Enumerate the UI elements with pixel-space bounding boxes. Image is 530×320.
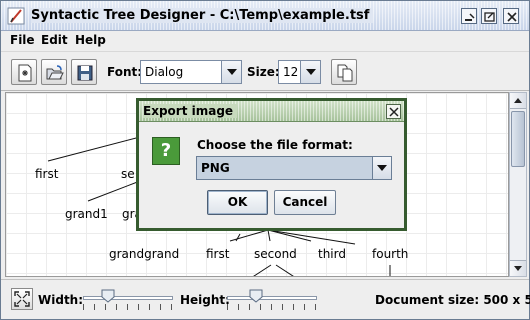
application-window: Syntactic Tree Designer - C:\Temp\exampl… [0,0,530,320]
height-slider[interactable] [227,284,317,314]
chevron-down-icon [377,165,387,171]
close-icon [507,12,517,22]
close-button[interactable] [503,8,519,24]
slider-track [227,296,317,300]
tree-node[interactable]: grandgrand [109,247,179,261]
menu-bar: File Edit Help [1,31,529,51]
width-slider[interactable] [83,284,173,314]
cancel-button[interactable]: Cancel [274,190,336,215]
open-folder-icon [46,65,64,80]
copy-icon [337,64,353,82]
size-select-value: 12 [283,65,299,79]
app-logo-icon [7,7,25,25]
slider-ticks [227,304,317,310]
save-disk-icon [77,65,93,81]
font-select-value: Dialog [145,65,184,79]
file-format-value: PNG [201,161,230,175]
save-button[interactable] [71,59,97,85]
vertical-scrollbar[interactable] [509,92,527,277]
close-icon [389,107,399,117]
chevron-down-icon [306,69,316,75]
dialog-prompt: Choose the file format: [197,138,353,152]
tree-node[interactable]: first [206,247,229,261]
slider-track [83,296,173,300]
fit-to-window-icon [14,291,30,307]
chevron-down-icon [227,69,237,75]
document-size-text: Document size: 500 x 500 [375,293,530,307]
menu-help[interactable]: Help [75,33,106,47]
dialog-close-button[interactable] [386,104,401,119]
copy-button[interactable] [331,59,357,85]
fit-to-window-button[interactable] [11,288,33,310]
file-format-arrow[interactable] [372,157,391,179]
height-label: Height: [180,293,230,307]
dialog-title-bar[interactable]: Export image [139,101,404,122]
file-format-select[interactable]: PNG [196,156,392,180]
tree-node[interactable]: fourth [372,247,408,261]
scroll-down-button[interactable] [510,260,526,276]
chevron-up-icon [514,98,522,103]
status-bar: Width: Height: Document size: 500 x 500 [1,279,530,319]
tree-node[interactable]: second [254,247,297,261]
window-title: Syntactic Tree Designer - C:\Temp\exampl… [31,8,374,23]
toolbar: Font: Dialog Size: 12 [1,51,529,91]
font-select[interactable]: Dialog [140,60,242,84]
ok-button[interactable]: OK [207,190,268,215]
width-label: Width: [38,293,84,307]
new-button[interactable] [11,59,37,85]
maximize-icon [484,12,495,22]
height-slider-knob[interactable] [249,289,263,303]
minimize-button[interactable] [461,8,477,24]
size-select-arrow[interactable] [300,61,320,83]
font-select-arrow[interactable] [221,61,241,83]
size-label: Size: [247,65,280,79]
width-slider-knob[interactable] [101,289,115,303]
menu-file[interactable]: File [10,33,35,47]
title-bar[interactable]: Syntactic Tree Designer - C:\Temp\exampl… [1,1,529,31]
export-image-dialog: Export image ? Choose the file format: P… [136,98,407,231]
scroll-up-button[interactable] [510,93,526,109]
tree-node[interactable]: first [35,167,58,181]
menu-edit[interactable]: Edit [41,33,68,47]
font-label: Font: [107,65,143,79]
tree-node[interactable]: se [121,167,135,181]
size-select[interactable]: 12 [278,60,321,84]
tree-node[interactable]: third [318,247,346,261]
slider-ticks [83,304,173,310]
new-document-icon [18,64,32,82]
open-button[interactable] [41,59,67,85]
scroll-thumb[interactable] [511,111,525,167]
maximize-button[interactable] [481,8,497,24]
tree-node[interactable]: grand1 [65,207,108,221]
question-icon: ? [152,137,180,165]
minimize-icon [465,13,475,21]
dialog-title: Export image [143,104,238,118]
chevron-down-icon [514,266,522,271]
